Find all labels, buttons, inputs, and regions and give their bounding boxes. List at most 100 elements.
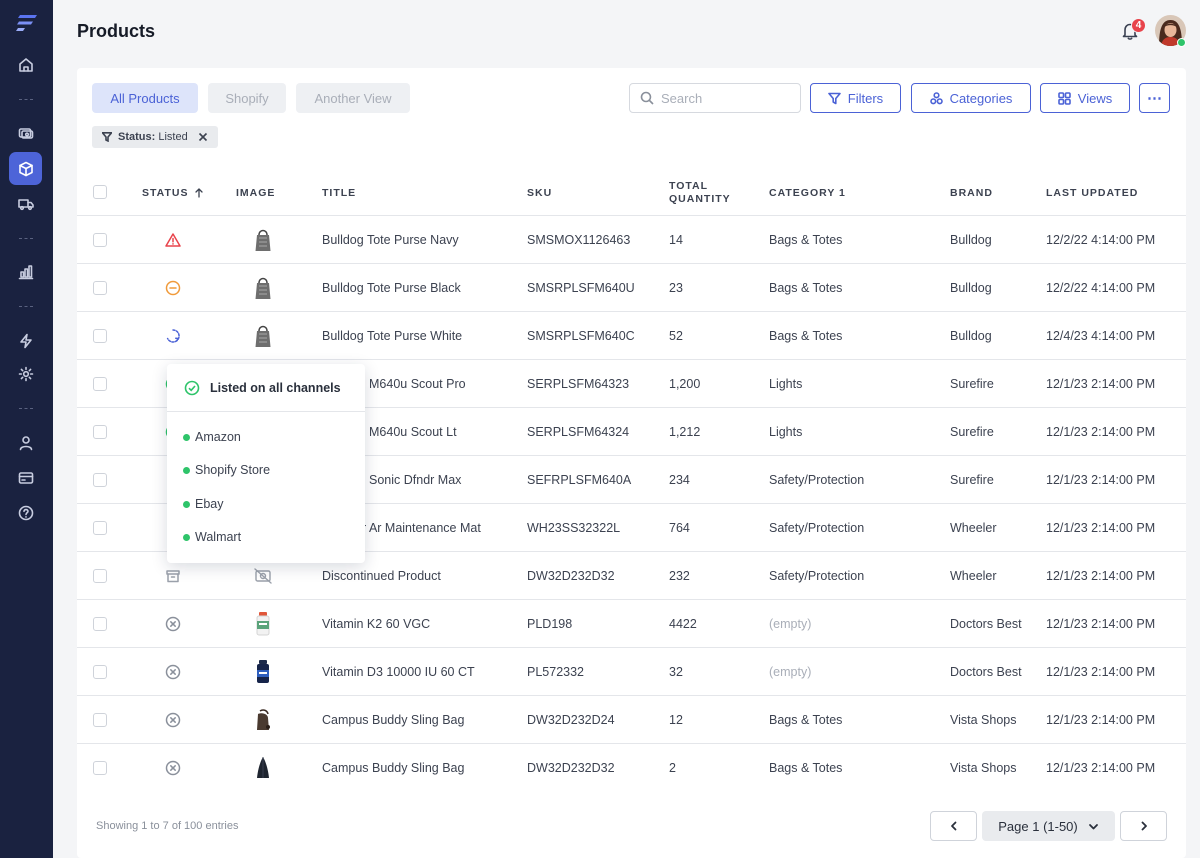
search-input[interactable] bbox=[661, 90, 791, 106]
product-image-tote-bag[interactable] bbox=[253, 226, 273, 254]
product-image-sling-bag[interactable] bbox=[253, 706, 273, 734]
row-checkbox[interactable] bbox=[93, 473, 107, 487]
table-row[interactable]: Campus Buddy Sling Bag DW32D232D32 2 Bag… bbox=[77, 744, 1186, 792]
sort-ascending-arrow-icon[interactable] bbox=[194, 188, 204, 198]
row-checkbox[interactable] bbox=[93, 569, 107, 583]
product-sku: PLD198 bbox=[527, 617, 573, 631]
product-image-tote-bag[interactable] bbox=[253, 322, 273, 350]
column-total-quantity-line1: TOTAL bbox=[669, 180, 709, 192]
product-sku: SEFRPLSFM640A bbox=[527, 473, 632, 487]
entries-count: Showing 1 to 7 of 100 entries bbox=[96, 820, 239, 832]
remove-filter-close-icon[interactable] bbox=[198, 132, 208, 142]
view-tab-another-view[interactable]: Another View bbox=[296, 83, 410, 113]
lightning-icon[interactable] bbox=[9, 324, 42, 357]
row-checkbox[interactable] bbox=[93, 713, 107, 727]
product-title[interactable]: Bulldog Tote Purse White bbox=[322, 329, 462, 343]
product-image-tote-bag[interactable] bbox=[253, 274, 273, 302]
column-total-quantity[interactable]: TOTAL QUANTITY bbox=[669, 180, 731, 206]
table-row[interactable]: Bulldog Tote Purse Black SMSRPLSFM640U 2… bbox=[77, 264, 1186, 312]
table-row[interactable]: Vitamin D3 10000 IU 60 CT PL572332 32 (e… bbox=[77, 648, 1186, 696]
product-title[interactable]: Discontinued Product bbox=[322, 569, 441, 583]
product-image-vitamin-bottle[interactable] bbox=[253, 610, 273, 638]
categories-button[interactable]: Categories bbox=[911, 83, 1031, 113]
views-button[interactable]: Views bbox=[1040, 83, 1130, 113]
help-question-icon[interactable] bbox=[9, 496, 42, 529]
row-checkbox[interactable] bbox=[93, 233, 107, 247]
column-status[interactable]: STATUS bbox=[142, 187, 204, 199]
status-error-warning-icon[interactable] bbox=[165, 232, 181, 248]
status-not-listed-x-icon[interactable] bbox=[165, 760, 181, 776]
sidebar-divider bbox=[19, 238, 33, 239]
product-title[interactable]: Vitamin K2 60 VGC bbox=[322, 617, 430, 631]
row-checkbox[interactable] bbox=[93, 329, 107, 343]
column-title[interactable]: TITLE bbox=[322, 187, 356, 199]
channel-label: Ebay bbox=[195, 497, 224, 511]
shipping-truck-icon[interactable] bbox=[9, 187, 42, 220]
product-sku: DW32D232D32 bbox=[527, 761, 615, 775]
table-row[interactable]: Bulldog Tote Purse Navy SMSMOX1126463 14… bbox=[77, 216, 1186, 264]
column-image[interactable]: IMAGE bbox=[236, 187, 275, 199]
column-category[interactable]: CATEGORY 1 bbox=[769, 187, 846, 199]
products-icon[interactable] bbox=[9, 152, 42, 185]
row-checkbox[interactable] bbox=[93, 521, 107, 535]
channel-item-shopify-store: Shopify Store bbox=[183, 463, 270, 477]
product-image-vitamin-bottle[interactable] bbox=[253, 658, 273, 686]
status-not-listed-x-icon[interactable] bbox=[165, 616, 181, 632]
previous-page-button[interactable] bbox=[930, 811, 977, 841]
row-checkbox[interactable] bbox=[93, 617, 107, 631]
settings-gear-icon[interactable] bbox=[9, 357, 42, 390]
table-row[interactable]: Bulldog Tote Purse White SMSRPLSFM640C 5… bbox=[77, 312, 1186, 360]
view-tab-all-products[interactable]: All Products bbox=[92, 83, 198, 113]
search-box[interactable] bbox=[629, 83, 801, 113]
product-quantity: 23 bbox=[669, 281, 683, 295]
orders-icon[interactable] bbox=[9, 116, 42, 149]
status-not-listed-x-icon[interactable] bbox=[165, 664, 181, 680]
product-title[interactable]: Campus Buddy Sling Bag bbox=[322, 761, 464, 775]
chip-key: Status: bbox=[118, 131, 156, 143]
channel-item-amazon: Amazon bbox=[183, 430, 241, 444]
page-select[interactable]: Page 1 (1-50) bbox=[982, 811, 1115, 841]
sidebar-divider bbox=[19, 408, 33, 409]
next-page-button[interactable] bbox=[1120, 811, 1167, 841]
app-logo[interactable] bbox=[16, 13, 38, 33]
product-title[interactable]: Bulldog Tote Purse Black bbox=[322, 281, 461, 295]
home-icon[interactable] bbox=[9, 48, 42, 81]
product-title[interactable]: r Ar Maintenance Mat bbox=[362, 521, 481, 535]
product-title[interactable]: M640u Scout Pro bbox=[369, 377, 466, 391]
product-title[interactable]: Sonic Dfndr Max bbox=[369, 473, 461, 487]
product-quantity: 1,212 bbox=[669, 425, 701, 439]
product-title[interactable]: Campus Buddy Sling Bag bbox=[322, 713, 464, 727]
more-options-button[interactable]: ⋯ bbox=[1139, 83, 1170, 113]
product-quantity: 232 bbox=[669, 569, 690, 583]
status-archived-box-icon[interactable] bbox=[165, 568, 181, 584]
row-checkbox[interactable] bbox=[93, 665, 107, 679]
select-all-checkbox[interactable] bbox=[93, 185, 107, 199]
table-row[interactable]: Vitamin K2 60 VGC PLD198 4422 (empty) Do… bbox=[77, 600, 1186, 648]
product-brand: Doctors Best bbox=[950, 617, 1022, 631]
filters-button[interactable]: Filters bbox=[810, 83, 901, 113]
user-icon[interactable] bbox=[9, 426, 42, 459]
analytics-bar-chart-icon[interactable] bbox=[9, 255, 42, 288]
row-checkbox[interactable] bbox=[93, 281, 107, 295]
product-category: Lights bbox=[769, 425, 803, 439]
column-sku[interactable]: SKU bbox=[527, 187, 552, 199]
product-title[interactable]: Vitamin D3 10000 IU 60 CT bbox=[322, 665, 475, 679]
row-checkbox[interactable] bbox=[93, 377, 107, 391]
column-brand[interactable]: BRAND bbox=[950, 187, 993, 199]
channel-item-walmart: Walmart bbox=[183, 530, 241, 544]
product-last-updated: 12/2/22 4:14:00 PM bbox=[1046, 233, 1156, 247]
row-checkbox[interactable] bbox=[93, 761, 107, 775]
column-last-updated[interactable]: LAST UPDATED bbox=[1046, 187, 1138, 199]
product-title[interactable]: M640u Scout Lt bbox=[369, 425, 457, 439]
status-not-listed-x-icon[interactable] bbox=[165, 712, 181, 728]
billing-card-icon[interactable] bbox=[9, 461, 42, 494]
product-category: Bags & Totes bbox=[769, 761, 843, 775]
table-row[interactable]: Campus Buddy Sling Bag DW32D232D24 12 Ba… bbox=[77, 696, 1186, 744]
chip-value: Listed bbox=[158, 131, 188, 143]
status-paused-minus-icon[interactable] bbox=[165, 280, 181, 296]
row-checkbox[interactable] bbox=[93, 425, 107, 439]
product-title[interactable]: Bulldog Tote Purse Navy bbox=[322, 233, 459, 247]
product-image-sling-bag[interactable] bbox=[253, 754, 273, 782]
status-syncing-icon[interactable] bbox=[165, 328, 181, 344]
view-tab-shopify[interactable]: Shopify bbox=[208, 83, 286, 113]
